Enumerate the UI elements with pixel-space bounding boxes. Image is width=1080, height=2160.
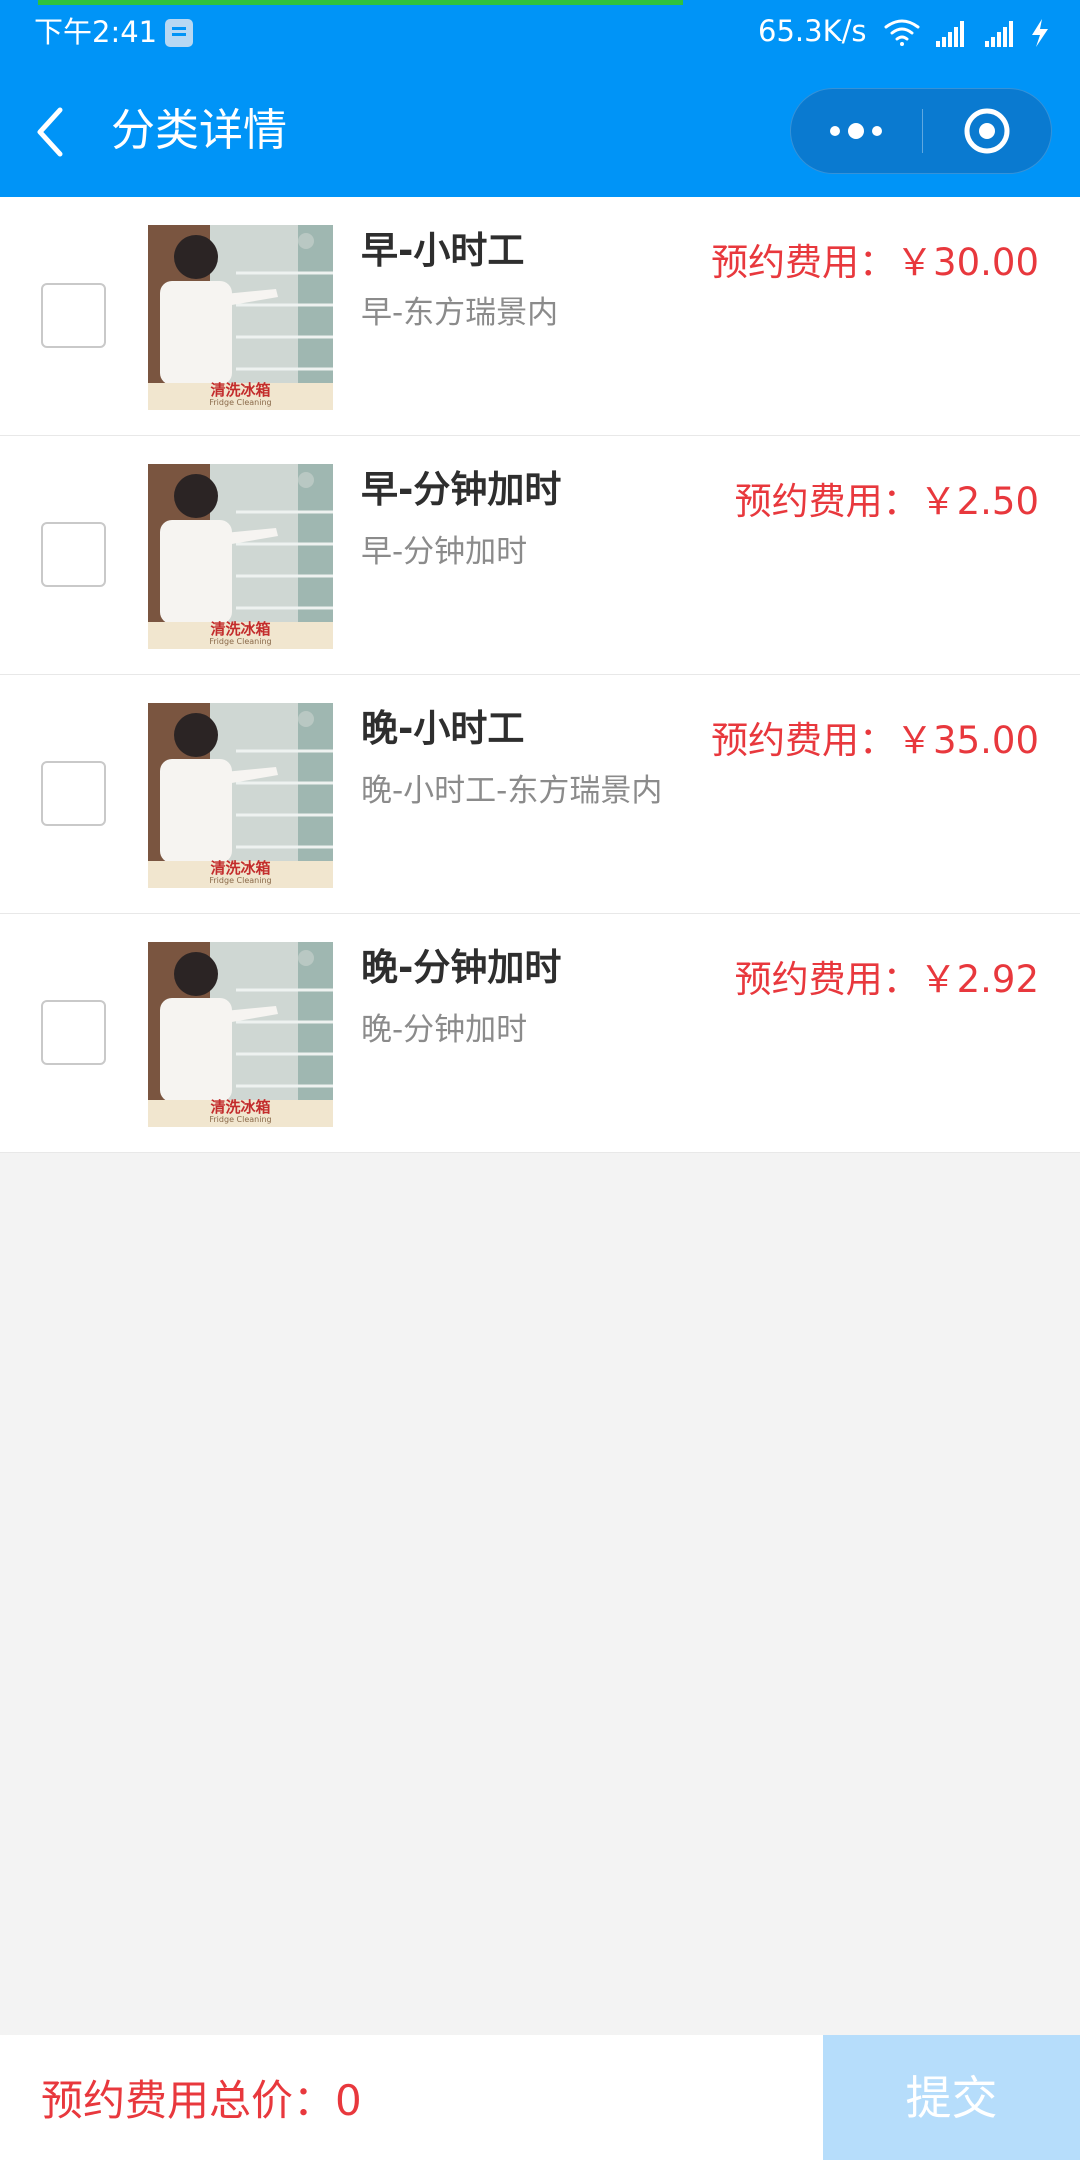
screen: 下午2:41 65.3K/s 分类详情 清洗冰箱 Fridge Cleaning…: [0, 0, 1080, 2160]
status-bar: 下午2:41 65.3K/s: [0, 0, 1080, 66]
message-icon: [165, 19, 193, 47]
item-description: 早-东方瑞景内: [361, 295, 559, 331]
item-description: 晚-分钟加时: [361, 1012, 528, 1048]
image-caption: 清洗冰箱: [210, 1098, 271, 1116]
loading-progress-bar: [38, 0, 683, 5]
status-icons: [884, 19, 1048, 47]
item-price: 预约费用：￥35.00: [711, 719, 1039, 762]
submit-button[interactable]: 提交: [823, 2035, 1080, 2160]
image-subcaption: Fridge Cleaning: [209, 637, 272, 646]
signal-icon: [985, 21, 1013, 47]
item-checkbox[interactable]: [41, 283, 106, 348]
service-thumbnail: 清洗冰箱 Fridge Cleaning: [148, 942, 333, 1127]
item-title: 晚-分钟加时: [361, 946, 562, 989]
list-item[interactable]: 清洗冰箱 Fridge Cleaning 晚-小时工 晚-小时工-东方瑞景内 预…: [0, 675, 1080, 914]
item-checkbox[interactable]: [41, 761, 106, 826]
service-thumbnail: 清洗冰箱 Fridge Cleaning: [148, 703, 333, 888]
item-description: 早-分钟加时: [361, 534, 528, 570]
image-subcaption: Fridge Cleaning: [209, 876, 272, 885]
back-button[interactable]: [30, 102, 80, 162]
page-title: 分类详情: [111, 105, 287, 156]
item-price: 预约费用：￥30.00: [711, 241, 1039, 284]
wifi-icon: [884, 19, 920, 46]
footer-bar: 预约费用总价：0 提交: [0, 2035, 1080, 2160]
service-thumbnail: 清洗冰箱 Fridge Cleaning: [148, 225, 333, 410]
more-dots-icon: [830, 123, 882, 139]
close-miniprogram-button[interactable]: [922, 89, 1053, 173]
image-caption: 清洗冰箱: [210, 620, 271, 638]
item-price: 预约费用：￥2.92: [734, 958, 1039, 1001]
item-title: 早-分钟加时: [361, 468, 562, 511]
network-speed: 65.3K/s: [758, 14, 867, 48]
total-price: 预约费用总价：0: [41, 2076, 362, 2125]
image-subcaption: Fridge Cleaning: [209, 398, 272, 407]
item-price: 预约费用：￥2.50: [734, 480, 1039, 523]
item-title: 早-小时工: [361, 229, 525, 272]
capsule-menu: [790, 88, 1052, 174]
list-item[interactable]: 清洗冰箱 Fridge Cleaning 晚-分钟加时 晚-分钟加时 预约费用：…: [0, 914, 1080, 1153]
item-description: 晚-小时工-东方瑞景内: [361, 773, 663, 809]
more-button[interactable]: [791, 89, 922, 173]
chevron-left-icon: [37, 107, 63, 157]
service-thumbnail: 清洗冰箱 Fridge Cleaning: [148, 464, 333, 649]
navigation-bar: 分类详情: [0, 66, 1080, 197]
item-checkbox[interactable]: [41, 1000, 106, 1065]
list-item[interactable]: 清洗冰箱 Fridge Cleaning 早-分钟加时 早-分钟加时 预约费用：…: [0, 436, 1080, 675]
signal-icon: [936, 21, 964, 47]
target-icon: [964, 108, 1010, 154]
image-caption: 清洗冰箱: [210, 859, 271, 877]
charging-icon: [1032, 19, 1048, 47]
item-title: 晚-小时工: [361, 707, 525, 750]
image-subcaption: Fridge Cleaning: [209, 1115, 272, 1124]
item-checkbox[interactable]: [41, 522, 106, 587]
list-item[interactable]: 清洗冰箱 Fridge Cleaning 早-小时工 早-东方瑞景内 预约费用：…: [0, 197, 1080, 436]
service-list: 清洗冰箱 Fridge Cleaning 早-小时工 早-东方瑞景内 预约费用：…: [0, 197, 1080, 1153]
image-caption: 清洗冰箱: [210, 381, 271, 399]
status-time: 下午2:41: [34, 15, 158, 49]
